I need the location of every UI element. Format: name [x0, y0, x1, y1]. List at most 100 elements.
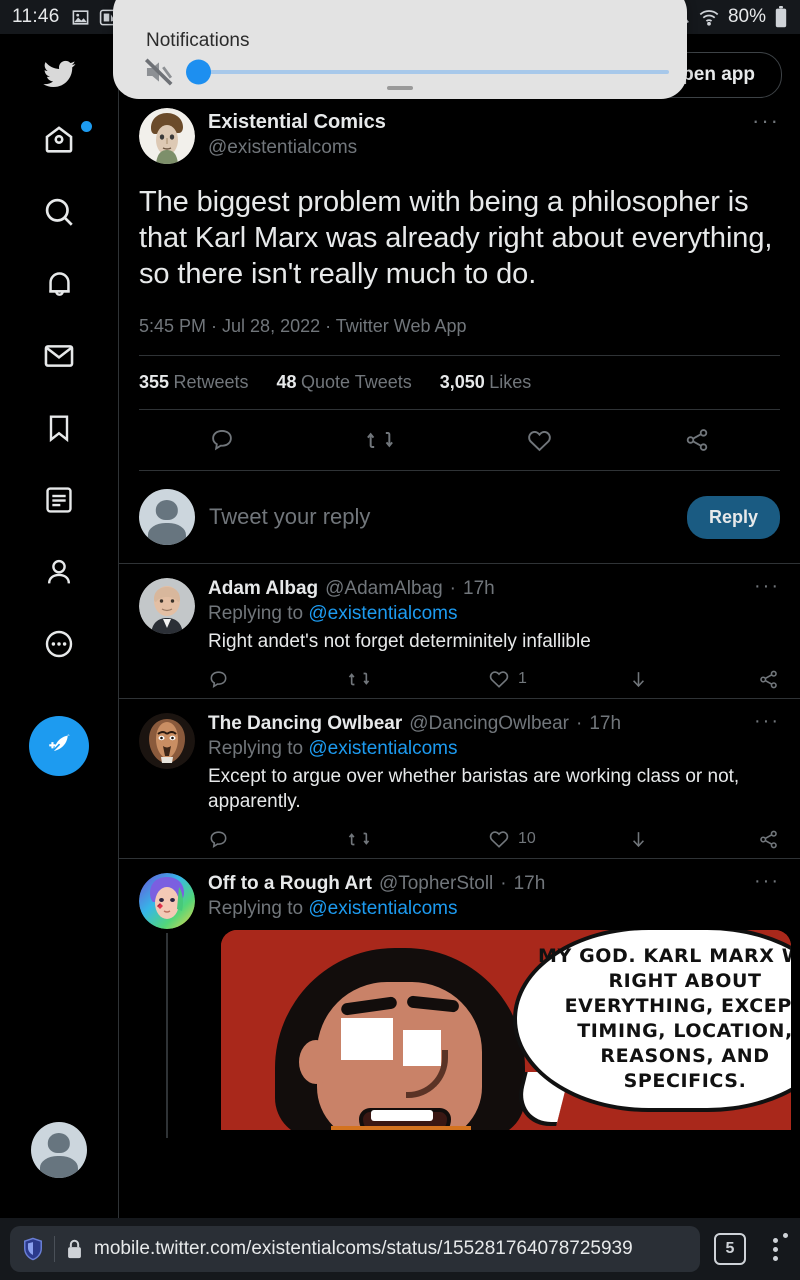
replying-to-mention[interactable]: @existentialcoms	[308, 738, 457, 759]
reply-body: Adam Albag @AdamAlbag · 17h Replying to …	[208, 578, 780, 690]
reply-button[interactable]	[208, 829, 348, 850]
compose-tweet-icon	[49, 734, 70, 751]
status-clock: 11:46	[12, 6, 60, 27]
overlay-drag-handle[interactable]	[387, 86, 413, 90]
browser-bottom-bar: mobile.twitter.com/existentialcoms/statu…	[0, 1218, 800, 1280]
author-name-block: Existential Comics @existentialcoms	[208, 108, 386, 160]
like-icon	[489, 831, 509, 848]
twitter-logo[interactable]	[0, 46, 118, 102]
reply-more-button[interactable]: ···	[754, 576, 780, 596]
url-bar[interactable]: mobile.twitter.com/existentialcoms/statu…	[10, 1226, 700, 1272]
tweet-detail-column: Open app Existential Comics @existential…	[118, 34, 800, 1218]
replying-to-mention[interactable]: @existentialcoms	[308, 898, 457, 919]
reply-text: Except to argue over whether baristas ar…	[208, 766, 740, 812]
reply-timestamp: ·	[576, 713, 583, 734]
sidebar-item-notifications[interactable]	[0, 256, 118, 312]
browser-menu-button[interactable]	[760, 1229, 790, 1269]
reply-timestamp: ·	[500, 873, 507, 894]
avatar[interactable]	[139, 713, 195, 769]
retweet-button[interactable]	[348, 668, 488, 690]
share-button[interactable]	[684, 426, 710, 454]
share-button[interactable]	[758, 669, 779, 690]
reply-author-name: Off to a Rough Art	[208, 873, 372, 894]
volume-overlay-title: Notifications	[146, 30, 250, 51]
reply-icon	[210, 830, 227, 848]
stat-count: 355	[139, 372, 170, 392]
stat-likes[interactable]: 3,050 Likes	[440, 372, 532, 393]
adam-albag-avatar	[139, 578, 195, 634]
download-button[interactable]	[628, 669, 758, 690]
mute-speaker-icon[interactable]	[140, 55, 178, 89]
share-button[interactable]	[758, 829, 779, 850]
menu-update-badge	[783, 1233, 788, 1238]
like-button[interactable]: 10	[488, 828, 628, 850]
battery-icon	[774, 6, 788, 28]
reply-time-value: 17h	[463, 578, 495, 599]
reply-more-button[interactable]: ···	[754, 711, 780, 731]
download-button[interactable]	[628, 829, 758, 850]
avatar[interactable]	[139, 873, 195, 929]
tweet-action-bar	[119, 410, 800, 470]
comic-image[interactable]: MY GOD. KARL MARX WAS RIGHT ABOUT EVERYT…	[221, 930, 791, 1130]
reply-input[interactable]: Tweet your reply	[209, 504, 673, 530]
sidebar-item-more[interactable]	[0, 616, 118, 672]
like-button[interactable]: 1	[488, 668, 628, 690]
reply-action-bar: 10	[208, 828, 780, 850]
twitter-bird-icon	[43, 60, 76, 88]
stat-retweets[interactable]: 355 Retweets	[139, 372, 249, 393]
reply-item-3[interactable]: ··· Off to a Rough Art @TopherStoll · 17…	[119, 858, 800, 1138]
avatar[interactable]	[139, 489, 195, 545]
sidebar-account-avatar[interactable]	[31, 1122, 87, 1178]
existential-comics-avatar	[139, 108, 195, 164]
sidebar-item-messages[interactable]	[0, 328, 118, 384]
retweet-button[interactable]	[366, 426, 394, 454]
tweet-text: The biggest problem with being a philoso…	[139, 186, 773, 290]
sidebar-item-bookmarks[interactable]	[0, 400, 118, 456]
image-icon	[71, 8, 90, 27]
reply-body: The Dancing Owlbear @DancingOwlbear · 17…	[208, 713, 780, 850]
reply-button[interactable]	[209, 426, 235, 454]
replying-to-mention[interactable]: @existentialcoms	[308, 603, 457, 624]
reply-identity-line: Off to a Rough Art @TopherStoll · 17h	[208, 873, 780, 895]
volume-slider[interactable]	[186, 59, 669, 85]
reply-button[interactable]	[208, 669, 348, 690]
like-button[interactable]	[526, 426, 553, 454]
volume-overlay-panel[interactable]: Notifications	[113, 0, 687, 99]
reply-author-handle: @AdamAlbag	[325, 578, 443, 599]
avatar[interactable]	[139, 108, 195, 164]
avatar[interactable]	[139, 578, 195, 634]
sidebar-item-profile[interactable]	[0, 544, 118, 600]
lists-icon	[46, 487, 72, 513]
replying-to-prefix: Replying to	[208, 738, 309, 759]
reply-item-1[interactable]: ··· Adam Albag @AdamAlbag · 17h Replying…	[119, 563, 800, 698]
compose-tweet-button[interactable]	[29, 716, 89, 776]
download-arrow-icon	[633, 831, 644, 847]
stat-quote-tweets[interactable]: 48 Quote Tweets	[277, 372, 412, 393]
avatar-body-shape	[39, 1155, 79, 1178]
sidebar-item-home[interactable]	[0, 112, 118, 168]
dancing-owlbear-avatar	[139, 713, 195, 769]
stat-count: 48	[276, 372, 297, 392]
tweet-more-button[interactable]: ···	[752, 110, 780, 132]
like-count: 1	[518, 670, 527, 687]
bell-icon	[48, 271, 70, 296]
sidebar-item-lists[interactable]	[0, 472, 118, 528]
comic-speech-text: MY GOD. KARL MARX WAS RIGHT ABOUT EVERYT…	[537, 945, 791, 1092]
retweet-button[interactable]	[348, 828, 488, 850]
volume-slider-knob[interactable]	[186, 59, 211, 85]
share-icon	[760, 830, 777, 848]
reply-icon	[211, 429, 232, 451]
reply-author-handle: @TopherStoll	[378, 873, 494, 894]
reply-header: Adam Albag @AdamAlbag · 17h Replying to …	[139, 578, 780, 690]
reply-item-2[interactable]: ··· The Dancing Owlbear @DancingOwlbear …	[119, 698, 800, 858]
reply-submit-button[interactable]: Reply	[686, 495, 780, 539]
tab-count-button[interactable]: 5	[714, 1233, 746, 1265]
lock-icon	[65, 1238, 84, 1260]
brave-shield-icon[interactable]	[22, 1237, 44, 1261]
main-tweet: Existential Comics @existentialcoms ··· …	[119, 92, 800, 355]
wifi-icon	[698, 6, 720, 28]
like-count: 10	[518, 830, 536, 847]
reply-more-button[interactable]: ···	[754, 871, 780, 891]
bookmark-icon	[49, 415, 69, 443]
sidebar-item-explore[interactable]	[0, 184, 118, 240]
